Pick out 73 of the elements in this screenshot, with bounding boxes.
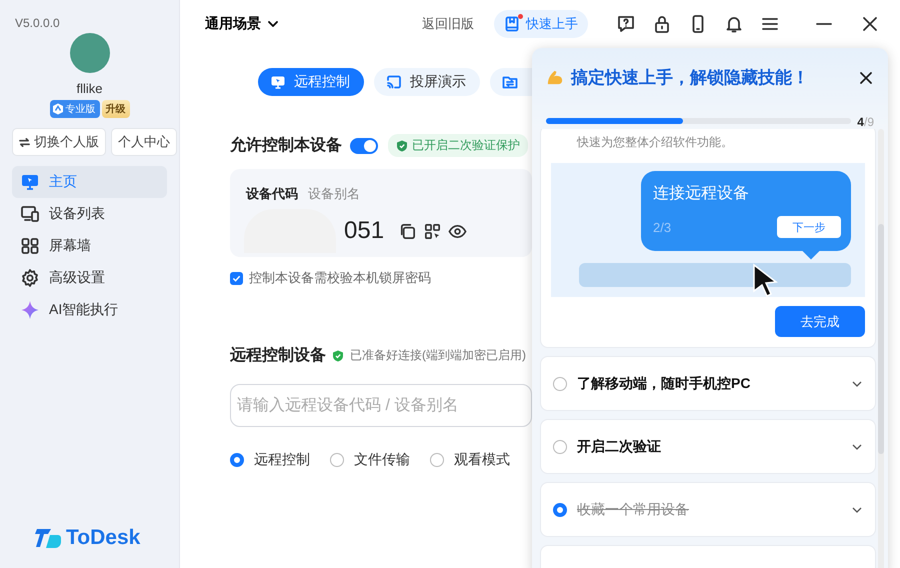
device-code-input[interactable]: 请输入远程设备代码 / 设备别名: [230, 384, 532, 427]
user-name: fllike: [76, 81, 102, 96]
cursor-icon: [751, 263, 779, 297]
quick-start-button[interactable]: 快速上手: [494, 10, 588, 38]
shield-icon: [52, 103, 64, 115]
version-label: V5.0.0.0: [15, 16, 60, 30]
shield-check-icon: [396, 140, 408, 152]
code-tab[interactable]: 设备代码: [246, 185, 298, 203]
verification-badge: 已开启二次验证保护: [388, 134, 528, 157]
connection-mode-option[interactable]: 观看模式: [430, 451, 510, 469]
mode-tab[interactable]: [490, 68, 534, 96]
monitor-icon: [270, 74, 286, 90]
edition-badge: 专业版: [50, 100, 100, 118]
avatar-image: [70, 33, 110, 73]
legacy-version-link[interactable]: 返回旧版: [416, 14, 480, 34]
device-code: 051: [344, 217, 384, 245]
lock-password-checkbox[interactable]: [230, 272, 243, 284]
devices-icon: [20, 204, 40, 224]
allow-control-toggle[interactable]: [350, 138, 378, 154]
gear-icon: [20, 268, 40, 288]
book-icon: [504, 16, 520, 32]
step-counter: 2/3: [653, 220, 672, 234]
switch-edition-button[interactable]: 切换个人版: [12, 128, 106, 156]
task-title: 了解移动端，随时手机控PC: [577, 374, 750, 392]
progress-total: /9: [864, 115, 874, 129]
sparkle-icon: [20, 300, 40, 320]
connection-status: 已准备好连接(端到端加密已启用): [350, 347, 526, 364]
swap-icon: [19, 136, 30, 148]
close-icon[interactable]: [860, 14, 880, 34]
connection-mode-option[interactable]: 文件传输: [330, 451, 410, 469]
complete-button[interactable]: 去完成: [775, 306, 865, 337]
task-title: 开启二次验证: [577, 438, 661, 456]
logo-icon: [34, 526, 62, 550]
mode-tab[interactable]: 投屏演示: [374, 68, 480, 96]
mode-tab[interactable]: 远程控制: [258, 68, 364, 96]
task-title: 收藏一个常用设备: [577, 500, 689, 518]
section-title: 允许控制本设备: [230, 136, 342, 156]
task-card[interactable]: 开启二次验证: [540, 419, 876, 474]
flexed-arm-icon: [546, 68, 565, 87]
progress-count: 4: [857, 115, 864, 129]
grid-icon: [20, 236, 40, 256]
panel-title: 搞定快速上手，解锁隐藏技能！: [571, 67, 809, 89]
nav-item[interactable]: AI智能执行: [12, 294, 167, 326]
shield-check-icon: [332, 350, 344, 362]
task-card[interactable]: 了解移动端，随时手机控PC: [540, 356, 876, 411]
connection-mode-option[interactable]: 远程控制: [230, 451, 310, 469]
scrollbar-thumb[interactable]: [878, 224, 884, 454]
bubble-title: 连接远程设备: [653, 184, 750, 204]
scene-dropdown[interactable]: 通用场景: [205, 15, 279, 33]
radio-button[interactable]: [430, 453, 444, 467]
close-icon[interactable]: [858, 70, 874, 86]
radio-button[interactable]: [330, 453, 344, 467]
section-title: 远程控制设备: [230, 346, 326, 366]
help-icon[interactable]: [616, 14, 636, 34]
bell-icon[interactable]: [724, 14, 744, 34]
monitor-icon: [20, 172, 40, 192]
todesk-logo: ToDesk: [12, 526, 167, 550]
checkbox-label: 控制本设备需校验本机锁屏密码: [249, 269, 431, 287]
cast-icon: [386, 74, 402, 90]
account-button[interactable]: 个人中心: [111, 128, 177, 156]
task-card[interactable]: 收藏一个常用设备: [540, 482, 876, 537]
next-step-button[interactable]: 下一步: [777, 216, 841, 238]
nav-item[interactable]: 设备列表: [12, 198, 167, 230]
copy-icon[interactable]: [398, 222, 418, 240]
radio-button[interactable]: [230, 453, 244, 467]
folder-icon: [502, 74, 518, 90]
nav-item[interactable]: 屏幕墙: [12, 230, 167, 262]
qr-code-icon[interactable]: [423, 222, 442, 240]
lock-icon[interactable]: [652, 14, 672, 34]
task-description: 快速为您整体介绍软件功能。: [577, 134, 734, 151]
nav-item[interactable]: 高级设置: [12, 262, 167, 294]
chevron-down-icon: [267, 18, 279, 30]
upgrade-button[interactable]: 升级: [102, 100, 130, 118]
